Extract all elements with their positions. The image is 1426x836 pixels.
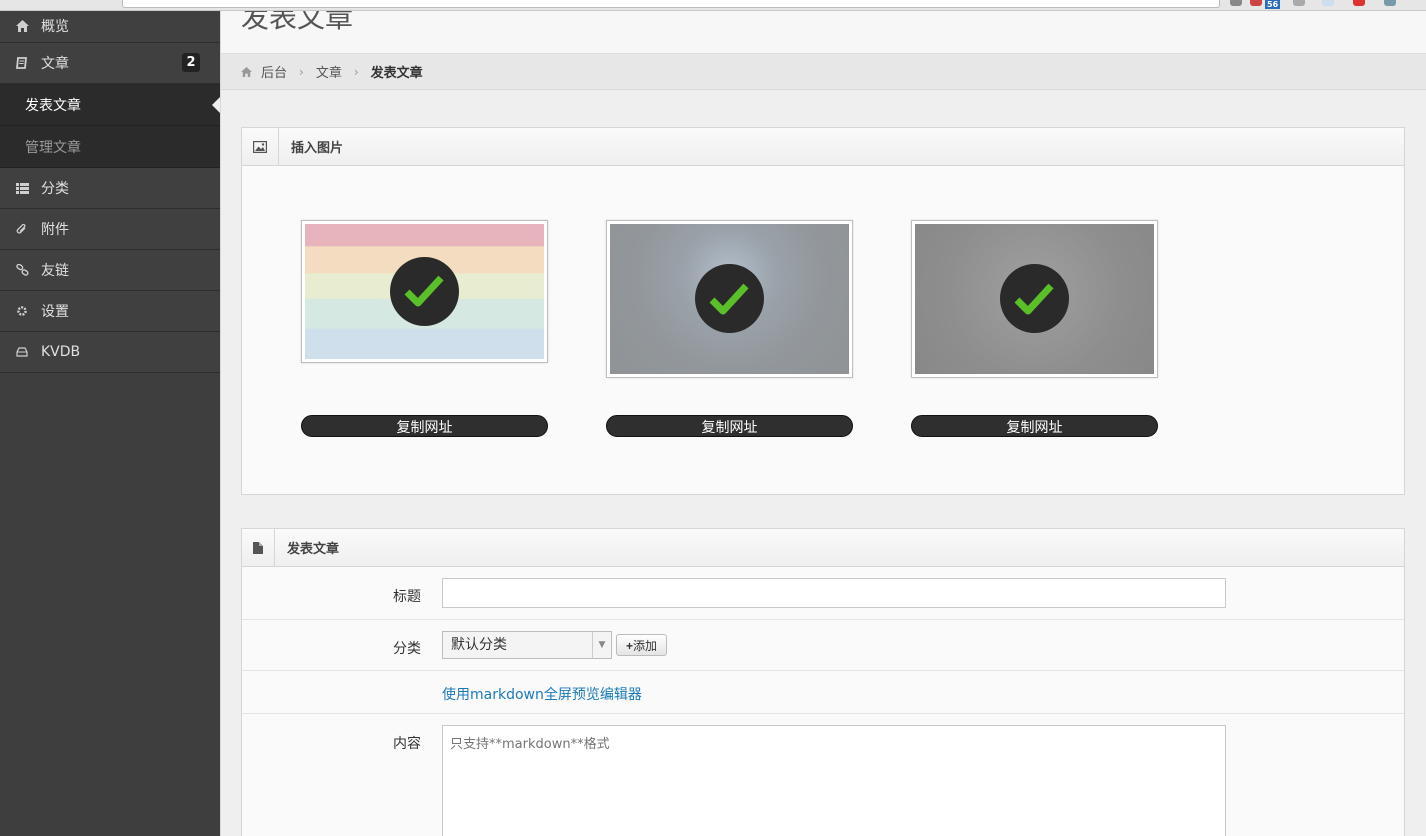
main-content: 发表文章 后台 › 文章 › 发表文章 插入图片 复制网址 复制网址 复制网址 … bbox=[220, 10, 1426, 836]
grey-apple-texture-image bbox=[915, 224, 1154, 374]
extension-icon[interactable] bbox=[1353, 0, 1365, 6]
page-header: 发表文章 bbox=[221, 10, 1426, 54]
title-label: 标题 bbox=[393, 589, 421, 605]
extension-icon[interactable] bbox=[1230, 0, 1242, 6]
home-icon bbox=[15, 19, 29, 33]
panel-title: 插入图片 bbox=[291, 141, 344, 156]
extension-icon[interactable] bbox=[1293, 0, 1305, 6]
address-bar[interactable] bbox=[122, 0, 1220, 8]
sidebar-item-links[interactable]: 友链 bbox=[0, 250, 220, 291]
category-select[interactable]: 默认分类 ▼ bbox=[442, 631, 612, 659]
post-article-panel: 发表文章 标题 分类 默认分类 ▼ +添加 使用markdown全屏预览编辑器 … bbox=[241, 528, 1405, 836]
panel-title: 发表文章 bbox=[287, 542, 340, 557]
link-icon bbox=[15, 263, 29, 277]
add-category-button[interactable]: +添加 bbox=[616, 634, 667, 656]
chevron-right-icon: › bbox=[353, 64, 359, 79]
sidebar-item-label: 文章 bbox=[41, 56, 69, 72]
sidebar-item-settings[interactable]: 设置 bbox=[0, 291, 220, 332]
chevron-right-icon: › bbox=[299, 64, 304, 79]
sidebar-subitem-manage-posts[interactable]: 管理文章 bbox=[0, 126, 220, 168]
book-icon bbox=[15, 56, 29, 70]
category-label: 分类 bbox=[393, 641, 421, 657]
markdown-row: 使用markdown全屏预览编辑器 bbox=[242, 671, 1404, 714]
sidebar-item-label: KVDB bbox=[41, 344, 81, 360]
breadcrumb: 后台 › 文章 › 发表文章 bbox=[221, 54, 1426, 90]
markdown-editor-link[interactable]: 使用markdown全屏预览编辑器 bbox=[442, 684, 642, 704]
sidebar-item-label: 友链 bbox=[41, 263, 69, 279]
home-icon bbox=[241, 66, 253, 78]
content-row: 内容 bbox=[242, 714, 1404, 836]
paperclip-icon bbox=[15, 222, 29, 236]
breadcrumb-link-backend[interactable]: 后台 bbox=[261, 62, 287, 81]
panel-header: 插入图片 bbox=[242, 128, 1404, 166]
category-row: 分类 默认分类 ▼ +添加 bbox=[242, 620, 1404, 671]
sidebar-item-label: 附件 bbox=[41, 222, 69, 238]
checkmark-icon bbox=[694, 264, 764, 333]
sidebar-item-articles[interactable]: 文章 2 bbox=[0, 43, 220, 84]
plus-icon: + bbox=[625, 639, 633, 653]
image-thumbnail[interactable] bbox=[301, 220, 548, 363]
add-category-label: 添加 bbox=[633, 639, 658, 653]
breadcrumb-current: 发表文章 bbox=[370, 66, 423, 81]
extension-badge: 56 bbox=[1265, 0, 1281, 9]
image-grid: 复制网址 复制网址 复制网址 bbox=[242, 166, 1404, 496]
content-label: 内容 bbox=[393, 736, 421, 752]
copy-url-button[interactable]: 复制网址 bbox=[301, 415, 548, 437]
breadcrumb-link-articles[interactable]: 文章 bbox=[316, 62, 342, 81]
sidebar-subitem-new-post[interactable]: 发表文章 bbox=[0, 84, 220, 126]
checkmark-icon bbox=[389, 256, 459, 326]
sidebar-item-label: 设置 bbox=[41, 304, 69, 320]
sidebar-item-label: 概览 bbox=[41, 19, 69, 35]
caret-down-icon: ▼ bbox=[592, 632, 611, 658]
pastel-stripes-image bbox=[305, 224, 544, 359]
insert-image-panel: 插入图片 复制网址 复制网址 复制网址 bbox=[241, 127, 1405, 495]
image-thumbnail[interactable] bbox=[911, 220, 1158, 378]
copy-url-button[interactable]: 复制网址 bbox=[606, 415, 853, 437]
checkmark-icon bbox=[999, 264, 1069, 333]
category-selected-value: 默认分类 bbox=[451, 637, 507, 653]
image-icon bbox=[242, 128, 279, 165]
extension-icon[interactable] bbox=[1384, 0, 1396, 6]
sidebar-item-label: 分类 bbox=[41, 181, 69, 197]
sidebar-item-overview[interactable]: 概览 bbox=[0, 10, 220, 43]
image-thumbnail[interactable] bbox=[606, 220, 853, 378]
file-icon bbox=[242, 529, 275, 566]
extension-icon[interactable] bbox=[1250, 0, 1262, 6]
grey-blue-glow-image bbox=[610, 224, 849, 374]
title-input[interactable] bbox=[442, 578, 1226, 608]
panel-header: 发表文章 bbox=[242, 529, 1404, 567]
sidebar-item-kvdb[interactable]: KVDB bbox=[0, 332, 220, 373]
page-title: 发表文章 bbox=[241, 10, 354, 34]
gear-icon bbox=[15, 304, 29, 318]
article-count-badge: 2 bbox=[182, 53, 200, 72]
database-icon bbox=[15, 345, 29, 359]
sidebar-subitem-label: 管理文章 bbox=[25, 139, 81, 156]
sidebar-subitem-label: 发表文章 bbox=[25, 97, 81, 114]
copy-url-button[interactable]: 复制网址 bbox=[911, 415, 1158, 437]
sidebar-item-attachments[interactable]: 附件 bbox=[0, 209, 220, 250]
sidebar: 概览 文章 2 发表文章 管理文章 分类 附件 友链 设置 KVDB bbox=[0, 10, 220, 836]
content-textarea[interactable] bbox=[442, 725, 1226, 836]
list-icon bbox=[15, 181, 29, 195]
browser-toolbar: 56 bbox=[0, 0, 1426, 11]
title-row: 标题 bbox=[242, 567, 1404, 620]
sidebar-item-categories[interactable]: 分类 bbox=[0, 168, 220, 209]
extension-icon[interactable] bbox=[1322, 0, 1334, 6]
